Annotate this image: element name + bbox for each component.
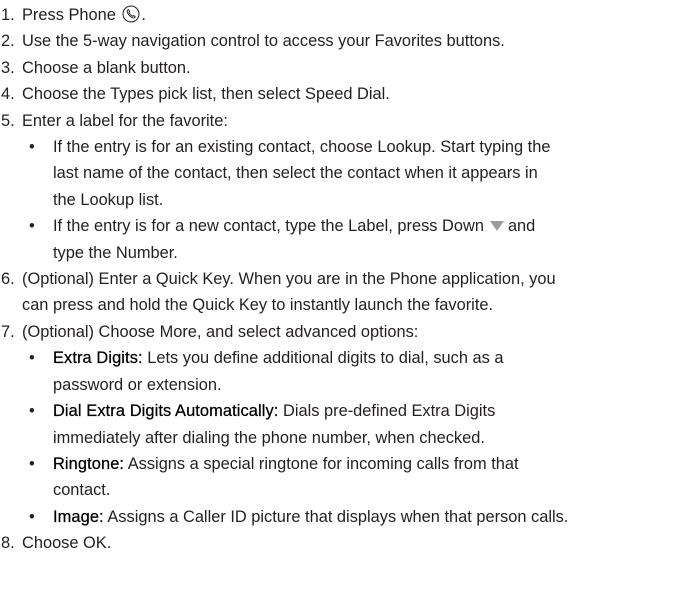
bullet-marker: •: [29, 454, 35, 473]
bullet-marker: •: [29, 349, 35, 368]
bullet-new-contact: • If the entry is for a new contact, typ…: [0, 213, 689, 266]
bullet-ringtone: • Ringtone: Assigns a special ringtone f…: [0, 451, 689, 504]
bullet-line: the Lookup list.: [53, 190, 164, 209]
bullet-dial-extra-digits: • Dial Extra Digits Automatically: Dials…: [0, 398, 689, 451]
step-number: 2.: [1, 32, 15, 51]
bullet-line: Assigns a Caller ID picture that display…: [103, 507, 569, 526]
step-8: 8. Choose OK.: [0, 530, 689, 556]
step-number: 1.: [1, 6, 15, 24]
bullet-line: Dials pre-defined Extra Digits: [278, 402, 496, 421]
step-text: Choose OK.: [22, 534, 112, 553]
bullet-line: password or extension.: [53, 375, 222, 394]
step-7: 7. (Optional) Choose More, and select ad…: [0, 319, 689, 530]
bullet-line: If the entry is for a new contact, type …: [53, 217, 484, 236]
step-text: Enter a label for the favorite:: [22, 111, 228, 130]
bullet-marker: •: [29, 507, 35, 526]
phone-key-icon: [122, 5, 140, 23]
bullet-line: and: [507, 217, 536, 236]
step-text: can press and hold the Quick Key to inst…: [22, 296, 494, 315]
step-number: 4.: [1, 85, 15, 104]
step-text: (Optional) Choose More, and select advan…: [22, 322, 419, 341]
step-text-period: .: [141, 6, 146, 24]
step-3: 3. Choose a blank button.: [0, 55, 689, 81]
instructions-document: 1. Press Phone . 2. Use the 5-way naviga…: [0, 0, 689, 612]
option-term: Ringtone:: [53, 454, 125, 473]
bullet-existing-contact: • If the entry is for an existing contac…: [0, 134, 689, 213]
step-4: 4. Choose the Types pick list, then sele…: [0, 81, 689, 107]
bullet-line: If the entry is for an existing contact,…: [53, 138, 551, 157]
option-term: Extra Digits:: [53, 349, 143, 368]
bullet-line: contact.: [53, 481, 111, 500]
bullet-marker: •: [29, 402, 35, 421]
bullet-image: • Image: Assigns a Caller ID picture tha…: [0, 504, 689, 530]
step-text: Press Phone: [22, 6, 116, 24]
step-5: 5. Enter a label for the favorite: • If …: [0, 108, 689, 266]
steps-list: 1. Press Phone . 2. Use the 5-way naviga…: [0, 2, 689, 557]
step-2: 2. Use the 5-way navigation control to a…: [0, 28, 689, 54]
step-number: 3.: [1, 58, 15, 77]
bullet-marker: •: [29, 138, 35, 157]
bullet-marker: •: [29, 217, 35, 236]
step-number: 6.: [1, 270, 15, 289]
step-text: (Optional) Enter a Quick Key. When you a…: [22, 270, 556, 289]
step-text: Choose a blank button.: [22, 58, 191, 77]
bullet-line: Assigns a special ringtone for incoming …: [124, 454, 519, 473]
step-number: 7.: [1, 322, 15, 341]
step-text: Use the 5-way navigation control to acce…: [22, 32, 505, 51]
bullet-line: last name of the contact, then select th…: [53, 164, 538, 183]
bullet-line: type the Number.: [53, 243, 178, 262]
bullet-line: Lets you define additional digits to dia…: [142, 349, 504, 368]
bullet-line: immediately after dialing the phone numb…: [53, 428, 485, 447]
step-text: Choose the Types pick list, then select …: [22, 85, 390, 104]
down-arrow-icon: [489, 214, 505, 232]
option-term: Image:: [53, 507, 104, 526]
bullet-extra-digits: • Extra Digits: Lets you define addition…: [0, 345, 689, 398]
step-1: 1. Press Phone .: [0, 2, 689, 28]
step-number: 8.: [1, 534, 15, 553]
bullet-list: • Extra Digits: Lets you define addition…: [22, 345, 689, 530]
step-number: 5.: [1, 111, 15, 130]
option-term: Dial Extra Digits Automatically:: [53, 402, 279, 421]
step-6: 6. (Optional) Enter a Quick Key. When yo…: [0, 266, 689, 319]
bullet-list: • If the entry is for an existing contac…: [22, 134, 689, 266]
